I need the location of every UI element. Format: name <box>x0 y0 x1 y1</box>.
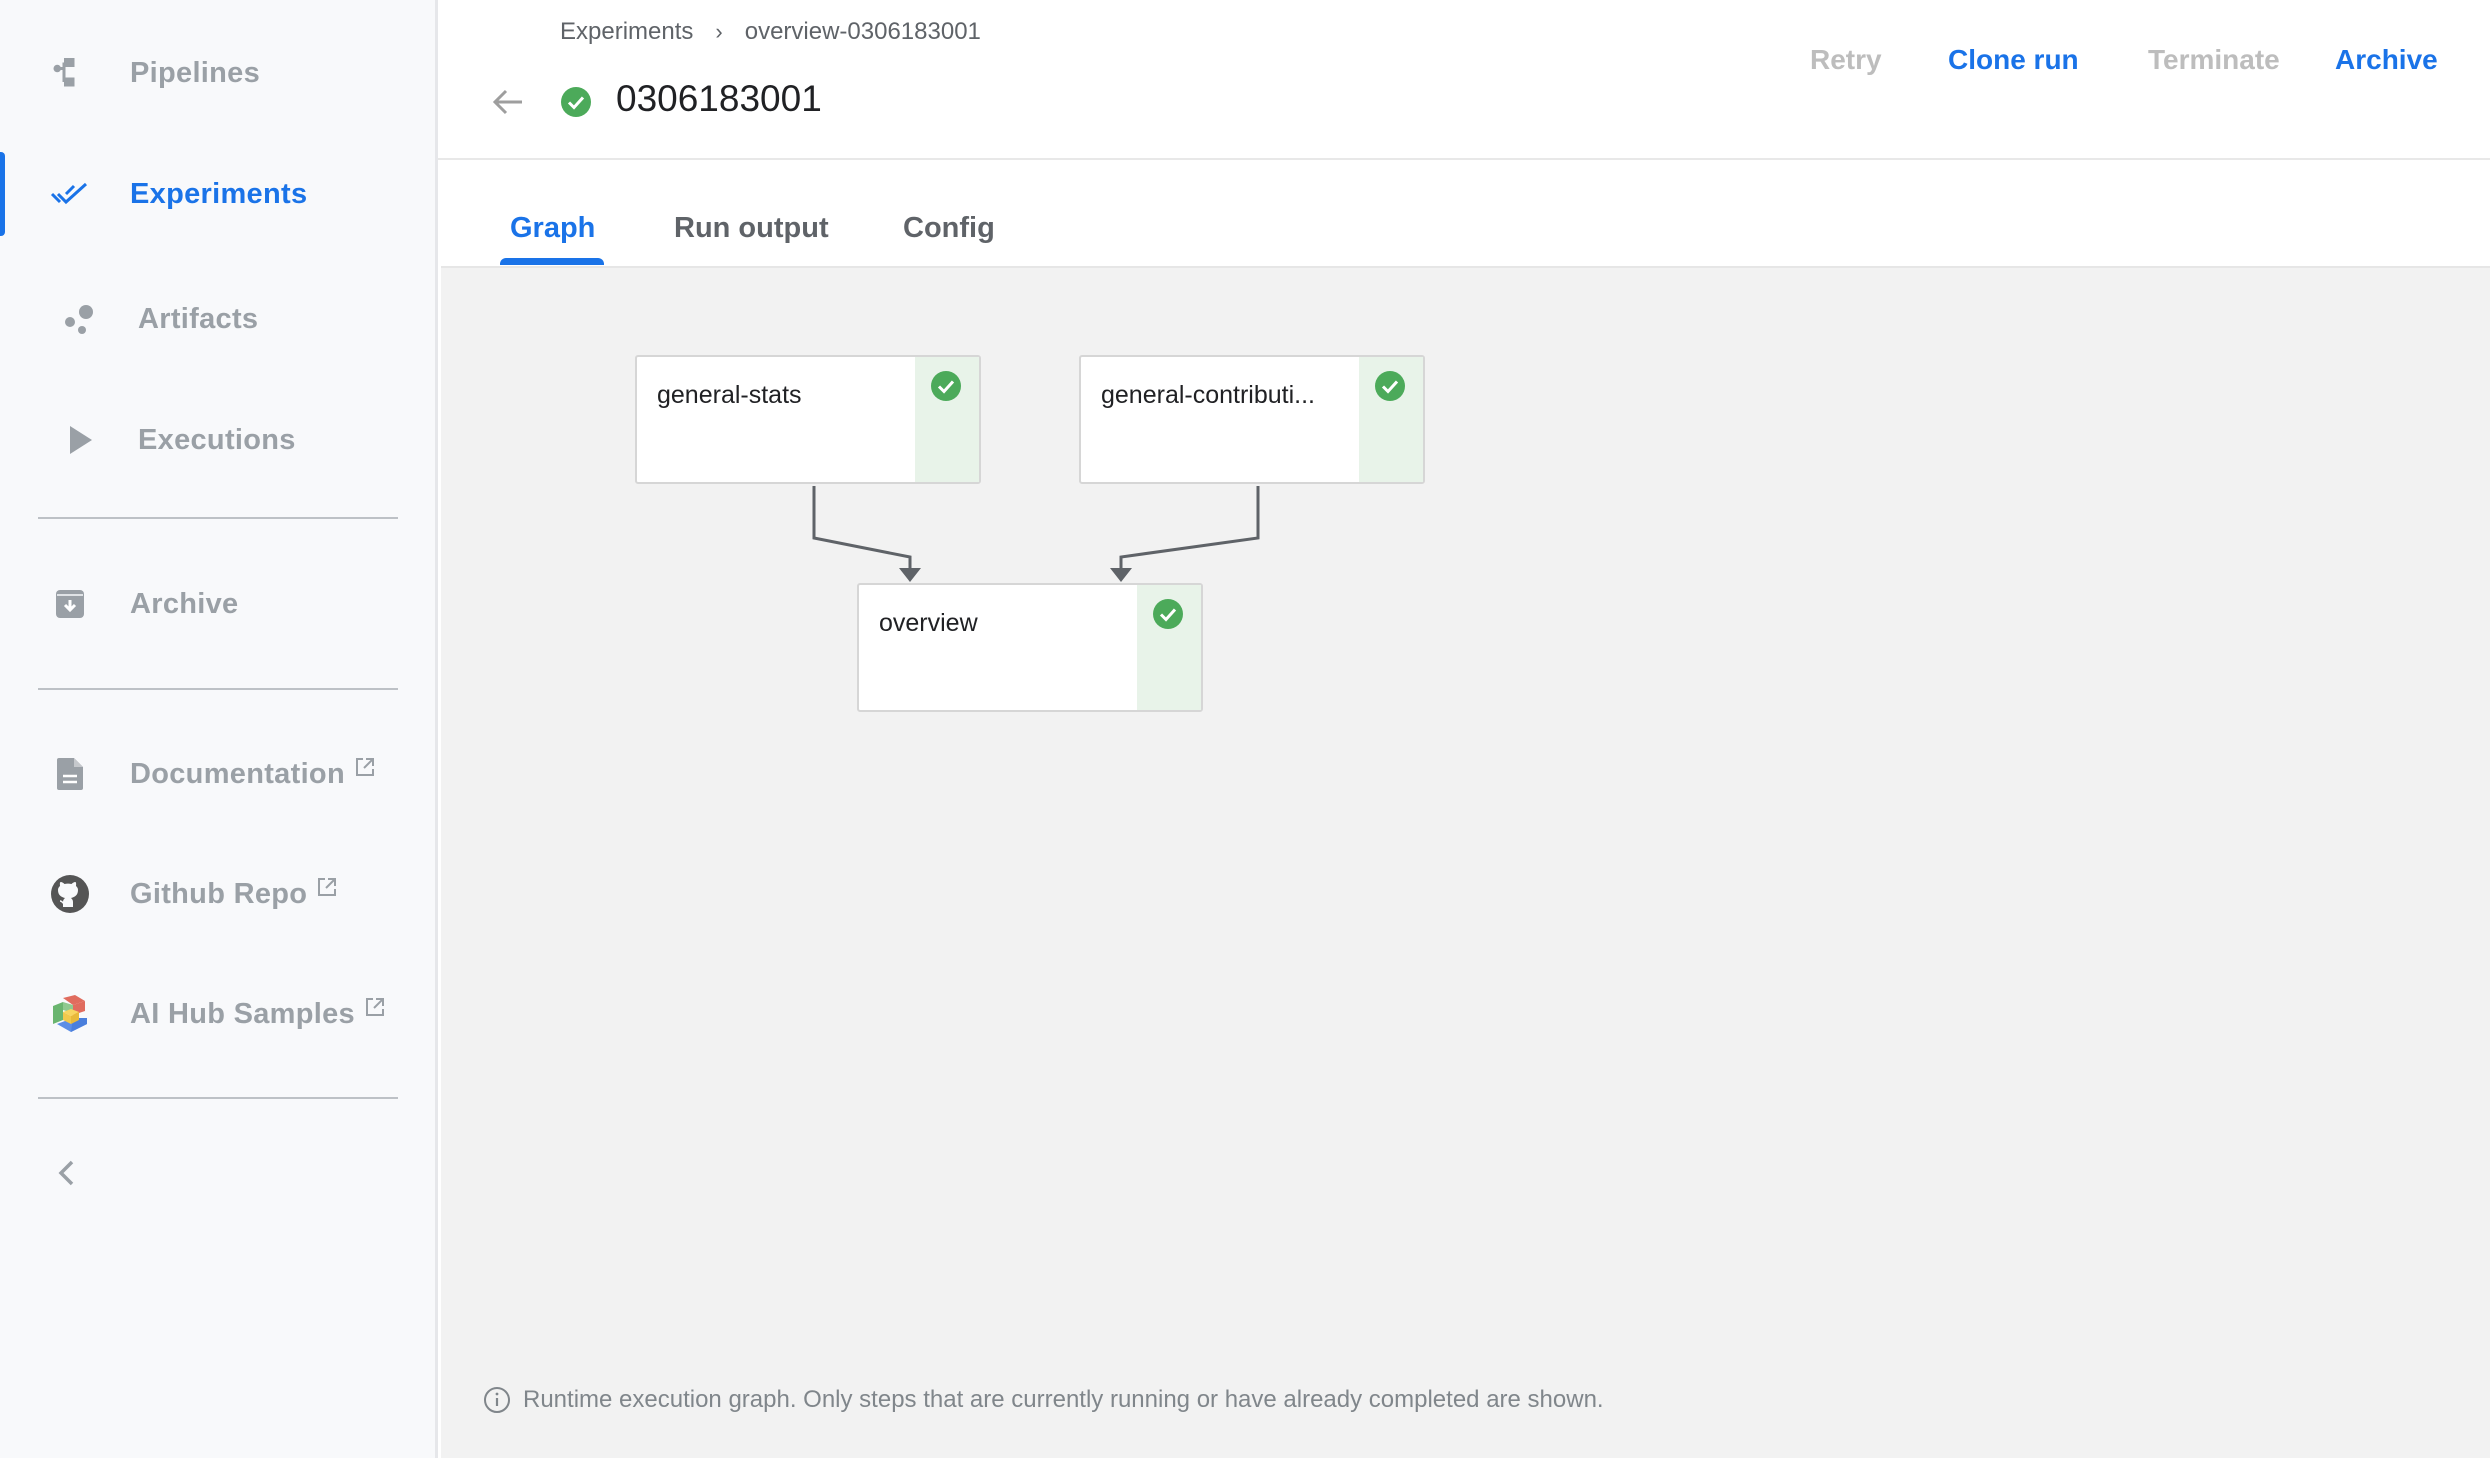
sidebar-link-label-wrap: Github Repo <box>130 877 337 911</box>
sidebar-item-label: Archive <box>130 587 239 620</box>
tab-bar: Graph Run output Config <box>438 160 2490 266</box>
sidebar-link-label-wrap: AI Hub Samples <box>130 997 385 1031</box>
sidebar-divider <box>38 688 398 690</box>
info-icon <box>484 1387 510 1413</box>
success-check-icon <box>1375 371 1405 401</box>
arrowhead-icon <box>899 568 921 582</box>
terminate-button[interactable]: Terminate <box>2148 44 2280 76</box>
external-link-icon <box>365 992 385 1025</box>
archive-icon <box>46 580 94 628</box>
success-check-icon <box>931 371 961 401</box>
breadcrumb-experiments-link[interactable]: Experiments <box>560 18 693 46</box>
sidebar-link-label-wrap: Documentation <box>130 757 375 791</box>
sidebar-link-label: Github Repo <box>130 877 308 910</box>
node-label: general-stats <box>657 381 802 409</box>
sidebar: Pipelines Experiments Artifacts Executio… <box>0 0 438 1458</box>
sidebar-link-github[interactable]: Github Repo <box>0 844 435 944</box>
graph-node-overview[interactable]: overview <box>857 583 1203 712</box>
document-icon <box>46 750 94 798</box>
external-link-icon <box>317 872 337 905</box>
graph-node-general-contribution[interactable]: general-contributi... <box>1079 355 1425 484</box>
sidebar-link-documentation[interactable]: Documentation <box>0 724 435 824</box>
sidebar-item-archive[interactable]: Archive <box>0 554 435 654</box>
sidebar-item-label: Pipelines <box>130 56 261 89</box>
sidebar-link-ai-hub-samples[interactable]: AI Hub Samples <box>0 964 435 1064</box>
graph-info-text: Runtime execution graph. Only steps that… <box>523 1386 1604 1413</box>
sidebar-divider <box>38 1097 398 1099</box>
back-button[interactable] <box>488 82 528 122</box>
edge-general-stats-to-overview <box>812 486 921 582</box>
sidebar-item-experiments[interactable]: Experiments <box>0 144 435 244</box>
sidebar-item-label: Experiments <box>130 177 308 210</box>
node-label: overview <box>879 609 978 637</box>
archive-button[interactable]: Archive <box>2335 44 2438 76</box>
pipelines-icon <box>46 49 94 97</box>
node-status <box>1359 357 1423 482</box>
graph-node-general-stats[interactable]: general-stats <box>635 355 981 484</box>
sidebar-item-pipelines[interactable]: Pipelines <box>0 23 435 123</box>
graph-info-note: Runtime execution graph. Only steps that… <box>483 1386 1604 1414</box>
breadcrumb: Experiments › overview-0306183001 <box>560 18 981 46</box>
tab-run-output[interactable]: Run output <box>674 212 829 245</box>
graph-canvas: general-stats general-contributi... over… <box>441 266 2490 1458</box>
chevron-left-icon <box>56 1159 76 1192</box>
github-icon <box>46 870 94 918</box>
artifacts-bubbles-icon <box>56 295 104 343</box>
sidebar-item-label: Artifacts <box>138 302 259 335</box>
collapse-sidebar-button[interactable] <box>46 1150 86 1200</box>
sidebar-item-executions[interactable]: Executions <box>0 390 435 490</box>
success-check-icon <box>1153 599 1183 629</box>
arrow-left-icon <box>488 89 528 126</box>
success-check-icon <box>560 86 592 118</box>
external-link-icon <box>355 752 375 785</box>
edge-general-contribution-to-overview <box>1110 486 1260 582</box>
tab-graph[interactable]: Graph <box>510 212 595 245</box>
retry-button[interactable]: Retry <box>1810 44 1882 76</box>
sidebar-item-label: Executions <box>138 423 296 456</box>
sidebar-link-label: Documentation <box>130 757 345 790</box>
node-label: general-contributi... <box>1101 381 1316 409</box>
play-icon <box>56 416 104 464</box>
page-header: Experiments › overview-0306183001 030618… <box>438 0 2490 160</box>
active-tab-indicator <box>500 258 604 265</box>
arrowhead-icon <box>1110 568 1132 582</box>
sidebar-link-label: AI Hub Samples <box>130 997 355 1030</box>
tab-config[interactable]: Config <box>903 212 995 245</box>
run-title: 0306183001 <box>616 78 822 119</box>
sidebar-divider <box>38 517 398 519</box>
node-status <box>1137 585 1201 710</box>
sidebar-item-artifacts[interactable]: Artifacts <box>0 269 435 369</box>
ai-hub-icon <box>46 990 94 1038</box>
experiments-double-check-icon <box>46 170 94 218</box>
clone-run-button[interactable]: Clone run <box>1948 44 2079 76</box>
node-status <box>915 357 979 482</box>
breadcrumb-current: overview-0306183001 <box>744 18 981 45</box>
breadcrumb-separator: › <box>715 19 723 44</box>
